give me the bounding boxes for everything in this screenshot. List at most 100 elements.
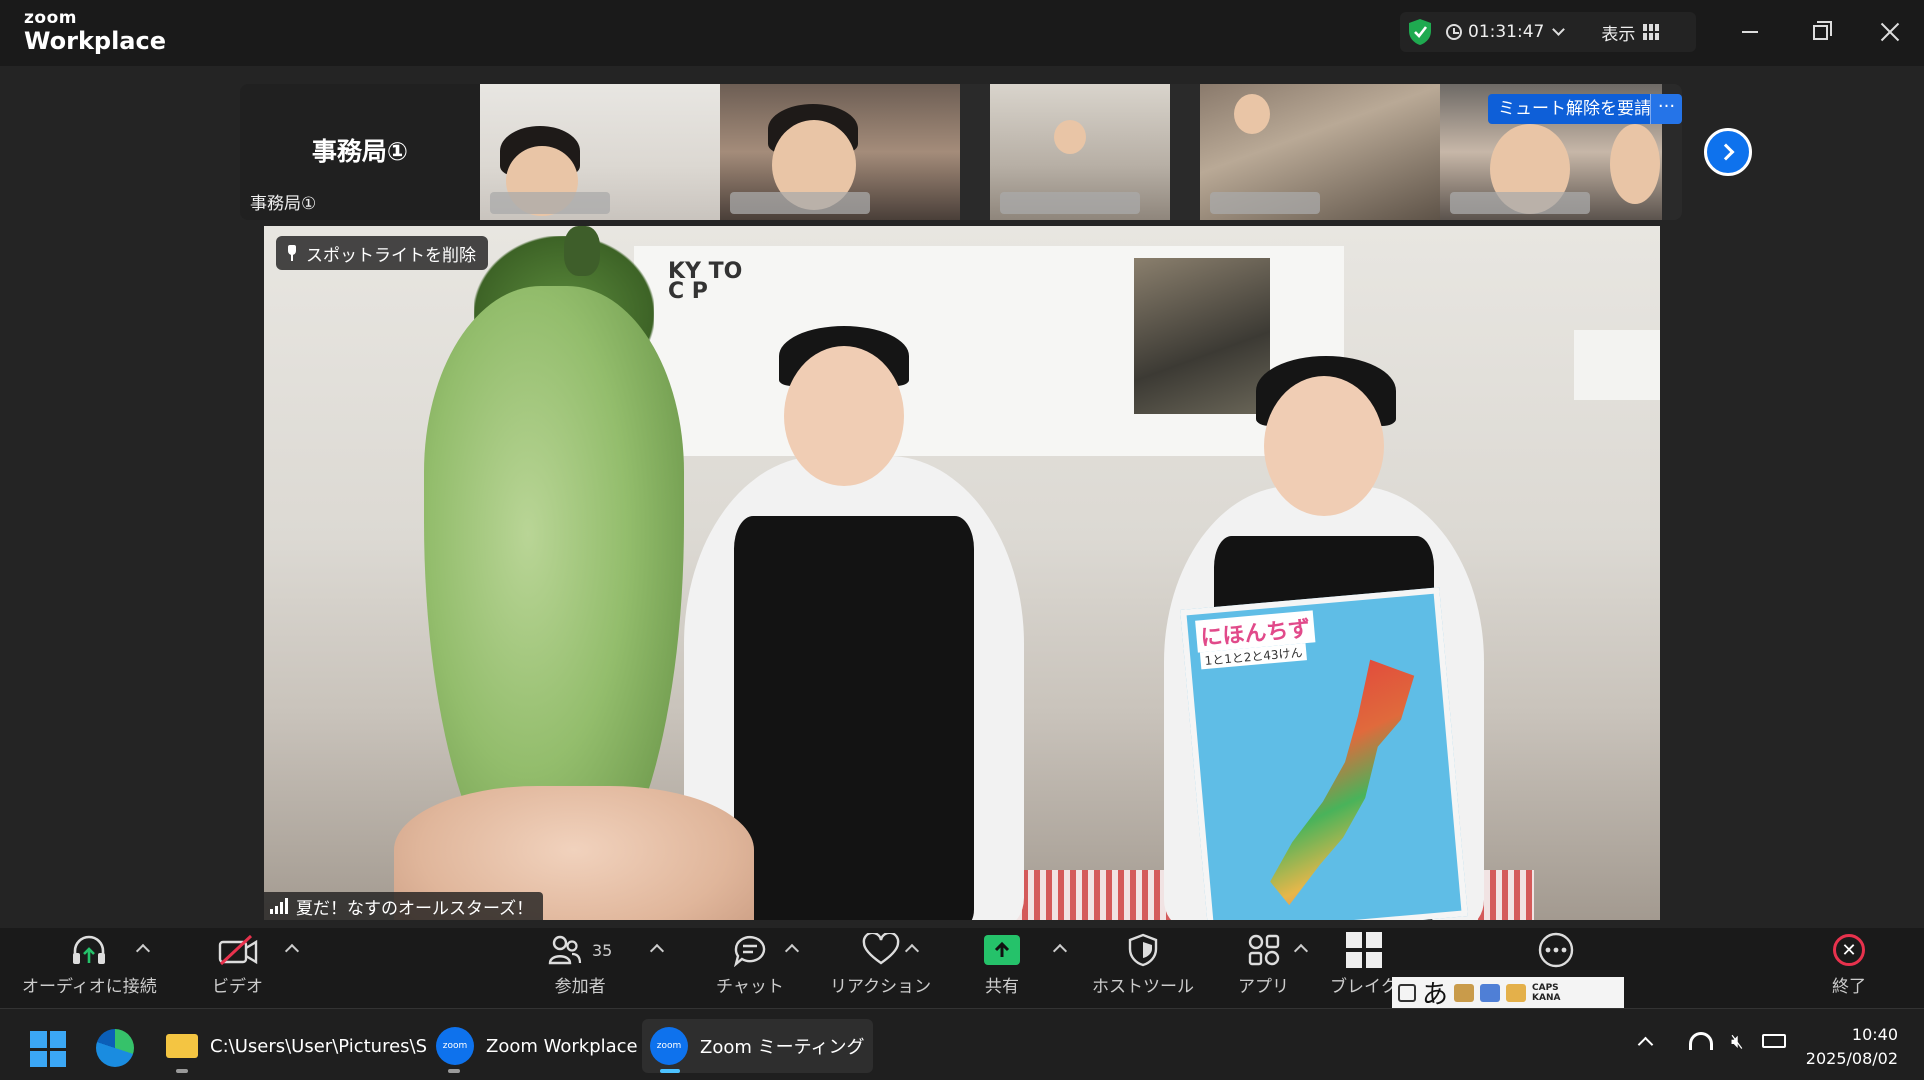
close-window-button[interactable] [1870,14,1910,50]
more-dots-icon [1538,928,1574,972]
spotlight-video: KY TO C P にほんちず 1と1と2と43けん [264,226,1660,920]
clock-time: 10:40 [1851,1025,1898,1044]
breakout-rooms-icon [1345,928,1383,972]
eggplant-stem [564,226,600,276]
reactions-button[interactable]: リアクション [830,928,931,1008]
breakout-rooms-button[interactable]: ブレイク [1330,928,1398,1008]
zoom-meeting-label: Zoom ミーティング [700,1037,865,1058]
minimize-icon [1742,31,1758,33]
apps-button[interactable]: アプリ [1238,928,1289,1008]
participant-name-label: 事務局① [250,194,317,214]
video-banner: KY TO C P [634,246,1344,456]
apps-icon [1247,928,1281,972]
share-options-caret[interactable] [1052,943,1068,959]
participant-thumbnail-strip: 事務局① 事務局① [240,84,1682,220]
system-tray: 🔇︎ [1637,1029,1786,1053]
ime-caps-kana: CAPS KANA [1532,983,1560,1003]
explorer-path-label: C:\Users\User\Pictures\S [210,1035,428,1057]
meeting-toolbar: オーディオに接続 ビデオ 35 参加者 チャット リアクション 共有 ホストツー… [0,928,1924,1008]
participants-count: 35 [592,940,613,960]
participant-video-tile[interactable] [480,84,720,220]
participant-video-tile[interactable] [990,84,1170,220]
timer-icon [1446,24,1462,40]
chat-button[interactable]: チャット [716,928,784,1008]
apps-options-caret[interactable] [1293,943,1309,959]
banner-logo: KY TO C P [668,259,743,304]
edge-browser-icon[interactable] [96,1029,134,1067]
participants-icon: 35 [548,928,612,972]
wifi-icon[interactable] [1689,1032,1713,1050]
ime-input-mode[interactable]: あ [1422,974,1448,1011]
ime-dictionary-icon[interactable] [1480,983,1501,1002]
ime-pad-icon[interactable] [1506,983,1527,1002]
end-meeting-button[interactable]: ✕ 終了 [1832,928,1866,1008]
volume-muted-icon[interactable]: 🔇︎ [1731,1029,1744,1053]
taskbar-clock[interactable]: 10:40 2025/08/02 [1798,1023,1898,1071]
participant-display-name: 事務局① [311,137,409,166]
meeting-timer[interactable]: 01:31:47 [1468,22,1544,42]
end-icon: ✕ [1833,928,1865,972]
share-label: 共有 [985,977,1019,997]
encryption-shield-icon[interactable] [1408,18,1432,46]
meeting-info-bar: 01:31:47 表示 [1400,12,1696,52]
brand-workplace: Workplace [24,27,167,55]
japan-map [1252,655,1443,919]
ask-to-unmute-button[interactable]: ミュート解除を要請 [1488,94,1661,124]
zoom-workplace-label: Zoom Workplace [486,1035,638,1057]
view-label: 表示 [1601,24,1636,45]
zoom-app-icon: zoom [436,1027,474,1065]
participant-nameplate [730,192,870,214]
audio-button[interactable]: オーディオに接続 [22,928,157,1008]
show-hidden-icons-chevron-icon[interactable] [1637,1036,1654,1052]
share-icon [984,928,1020,972]
participant-tile-name-card[interactable]: 事務局① 事務局① [240,84,480,220]
taskbar-zoom-workplace[interactable]: zoom Zoom Workplace [428,1019,646,1073]
restore-button[interactable] [1800,14,1840,50]
participants-label: 参加者 [554,977,606,997]
video-off-icon [217,928,259,972]
windows-start-icon[interactable] [30,1031,66,1067]
view-button[interactable]: 表示 [1601,20,1660,45]
chat-icon [732,928,768,972]
title-bar: zoom Workplace 01:31:47 表示 [0,0,1924,66]
more-options-button[interactable]: ··· [1650,94,1682,124]
japan-map-board: にほんちず 1と1と2と43けん [1180,587,1468,920]
host-tools-label: ホストツール [1092,977,1194,997]
participants-button[interactable]: 35 参加者 [548,928,612,1008]
participant-video-tile[interactable] [720,84,960,220]
participant-nameplate [1450,192,1590,214]
chat-label: チャット [716,977,784,997]
speaker-name: 夏だ！なすのオールスターズ！ [296,898,534,919]
close-icon [1880,22,1900,42]
remove-spotlight-button[interactable]: スポットライトを削除 [276,236,488,270]
chevron-right-icon [1717,143,1735,161]
video-button[interactable]: ビデオ [212,928,263,1008]
ime-tools-icon[interactable] [1454,983,1475,1002]
host-tools-shield-icon [1128,928,1158,972]
grid-view-icon [1643,24,1660,40]
video-options-caret[interactable] [284,943,300,959]
taskbar-file-explorer[interactable]: C:\Users\User\Pictures\S [158,1019,435,1073]
battery-icon[interactable] [1761,1034,1786,1048]
share-button[interactable]: 共有 [984,928,1020,1008]
clock-date: 2025/08/02 [1805,1049,1898,1068]
participant-nameplate [490,192,610,214]
chat-options-caret[interactable] [784,943,800,959]
participants-options-caret[interactable] [649,943,665,959]
ime-mode-icon[interactable] [1398,983,1416,1002]
breakout-rooms-label: ブレイク [1330,977,1398,997]
kana-label: KANA [1532,992,1561,1003]
folder-icon [166,1034,198,1058]
taskbar-zoom-meeting[interactable]: zoom Zoom ミーティング [642,1019,873,1073]
chevron-down-icon[interactable] [1552,23,1566,36]
host-tools-button[interactable]: ホストツール [1092,928,1194,1008]
reactions-label: リアクション [830,977,932,997]
ime-language-bar[interactable]: あ CAPS KANA [1392,974,1624,1011]
windows-taskbar: C:\Users\User\Pictures\S zoom Zoom Workp… [0,1008,1924,1080]
minimize-button[interactable] [1730,14,1770,50]
end-label: 終了 [1832,977,1866,997]
zoom-meeting-icon: zoom [650,1027,688,1065]
heart-icon [862,928,900,972]
participant-video-tile[interactable] [1200,84,1440,220]
next-page-button[interactable] [1704,128,1752,176]
